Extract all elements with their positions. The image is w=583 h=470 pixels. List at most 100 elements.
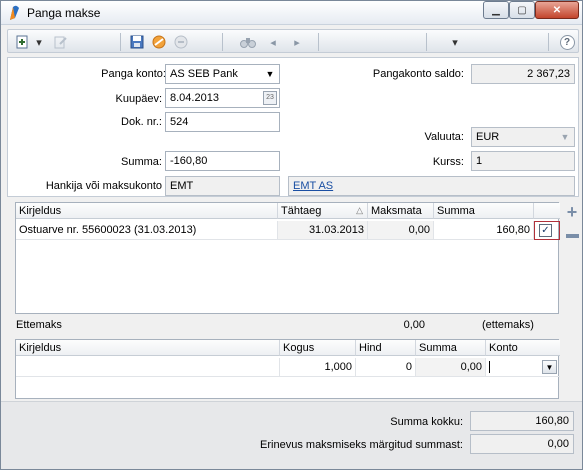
edit-button[interactable] xyxy=(52,33,70,51)
toolbar: ▾ ◂ ▸ ▾ ? xyxy=(7,29,579,53)
lines-header-price[interactable]: Hind xyxy=(356,340,416,356)
close-icon: ✕ xyxy=(552,4,562,16)
totals-footer: Summa kokku: 160,80 Erinevus maksmiseks … xyxy=(1,401,582,469)
line-price-cell[interactable]: 0 xyxy=(356,358,416,377)
supplier-label: Hankija või maksukonto xyxy=(45,180,162,192)
save-icon xyxy=(130,35,144,49)
date-field[interactable]: 8.04.2013 23 xyxy=(165,88,280,108)
column-header-description[interactable]: Kirjeldus xyxy=(16,203,278,219)
bank-account-value: AS SEB Pank xyxy=(170,68,238,80)
column-header-due-date[interactable]: Tähtaeg △ xyxy=(278,203,368,219)
lines-header-account[interactable]: Konto xyxy=(486,340,560,356)
toolbar-separator xyxy=(222,33,223,51)
line-account-select[interactable]: ▼ xyxy=(486,358,560,377)
currency-value: EUR xyxy=(476,131,500,143)
date-label: Kuupäev: xyxy=(115,93,162,105)
binoculars-icon xyxy=(240,38,256,48)
add-row-button[interactable]: + xyxy=(564,201,580,222)
column-header-select xyxy=(534,203,560,219)
app-logo-icon xyxy=(10,5,19,20)
invoice-due-date-cell[interactable]: 31.03.2013 xyxy=(278,221,368,240)
save-button[interactable] xyxy=(128,33,146,51)
chevron-down-icon: ▾ xyxy=(452,36,458,49)
prepayment-value: 0,00 xyxy=(403,319,425,331)
document-number-field[interactable]: 524 xyxy=(165,112,280,132)
bank-payment-window: Panga makse ▁ ▢ ✕ ▾ ◂ ▸ ▾ ? Panga konto:… xyxy=(0,0,583,470)
difference-field: 0,00 xyxy=(470,434,574,454)
edit-icon xyxy=(54,36,67,49)
chevron-down-icon[interactable]: ▼ xyxy=(542,360,557,374)
total-field: 160,80 xyxy=(470,411,574,431)
close-button[interactable]: ✕ xyxy=(535,1,579,19)
help-icon: ? xyxy=(559,34,575,50)
new-document-button[interactable] xyxy=(14,33,32,51)
rate-value: 1 xyxy=(476,155,483,167)
title-bar: Panga makse ▁ ▢ ✕ xyxy=(1,1,582,25)
line-description-cell[interactable] xyxy=(16,358,280,377)
column-header-due-date-label: Tähtaeg xyxy=(281,205,322,217)
sum-field[interactable]: -160,80 xyxy=(165,151,280,171)
invoice-sum-cell[interactable]: 160,80 xyxy=(434,221,534,240)
text-cursor xyxy=(489,361,490,374)
next-record-button[interactable]: ▸ xyxy=(290,33,304,51)
document-number-value: 524 xyxy=(170,116,189,128)
currency-label: Valuuta: xyxy=(424,131,464,143)
maximize-button[interactable]: ▢ xyxy=(509,1,535,19)
sum-value: -160,80 xyxy=(170,155,208,167)
search-button[interactable] xyxy=(238,33,258,51)
chevron-down-icon: ▼ xyxy=(265,69,275,79)
remove-row-button[interactable] xyxy=(564,228,580,244)
difference-value: 0,00 xyxy=(547,438,569,450)
minus-circle-icon xyxy=(174,35,188,49)
sort-ascending-icon: △ xyxy=(356,205,363,215)
plus-icon: + xyxy=(566,201,578,222)
toolbar-separator xyxy=(426,33,427,51)
lines-header-description[interactable]: Kirjeldus xyxy=(16,340,280,356)
toolbar-separator xyxy=(318,33,319,51)
arrow-right-icon: ▸ xyxy=(294,36,300,49)
minimize-button[interactable]: ▁ xyxy=(483,1,509,19)
lines-grid: Kirjeldus Kogus Hind Summa Konto 1,000 0… xyxy=(15,339,560,399)
prepayment-note: (ettemaks) xyxy=(482,319,534,331)
column-header-unpaid[interactable]: Maksmata xyxy=(368,203,434,219)
column-header-sum[interactable]: Summa xyxy=(434,203,534,219)
invoice-unpaid-cell[interactable]: 0,00 xyxy=(368,221,434,240)
invoice-select-checkbox[interactable]: ✓ xyxy=(539,224,552,237)
supplier-code-field[interactable]: EMT xyxy=(165,176,280,196)
line-quantity-cell[interactable]: 1,000 xyxy=(280,358,356,377)
prepayment-label: Ettemaks xyxy=(16,319,62,331)
bank-account-select[interactable]: AS SEB Pank ▼ xyxy=(165,64,280,84)
sum-label: Summa: xyxy=(121,156,162,168)
rate-field: 1 xyxy=(471,151,575,171)
arrow-left-icon: ◂ xyxy=(270,36,276,49)
new-doc-icon xyxy=(16,35,28,49)
options-dropdown[interactable]: ▾ xyxy=(448,33,462,51)
delete-button[interactable] xyxy=(172,33,190,51)
chevron-down-icon: ▾ xyxy=(36,36,42,49)
difference-label: Erinevus maksmiseks märgitud summast: xyxy=(260,439,463,451)
previous-record-button[interactable]: ◂ xyxy=(266,33,280,51)
minimize-icon: ▁ xyxy=(492,4,500,16)
lines-header-quantity[interactable]: Kogus xyxy=(280,340,356,356)
new-document-dropdown[interactable]: ▾ xyxy=(34,33,44,51)
currency-select[interactable]: EUR ▼ xyxy=(471,127,575,147)
maximize-icon: ▢ xyxy=(517,4,527,16)
cancel-button[interactable] xyxy=(150,33,168,51)
bank-balance-label: Pangakonto saldo: xyxy=(372,68,464,80)
bank-account-label: Panga konto: xyxy=(101,68,166,80)
help-button[interactable]: ? xyxy=(558,33,576,51)
invoice-select-cell: ✓ xyxy=(534,221,560,240)
supplier-name-field: EMT AS xyxy=(288,176,575,196)
toolbar-separator xyxy=(548,33,549,51)
calendar-icon[interactable]: 23 xyxy=(263,91,277,105)
line-sum-cell[interactable]: 0,00 xyxy=(416,358,486,377)
lines-header-sum[interactable]: Summa xyxy=(416,340,486,356)
minus-icon xyxy=(565,234,579,238)
document-number-label: Dok. nr.: xyxy=(121,116,162,128)
cancel-icon xyxy=(152,35,166,49)
bank-balance-value: 2 367,23 xyxy=(527,68,570,80)
invoice-description-cell[interactable]: Ostuarve nr. 55600023 (31.03.2013) xyxy=(16,221,278,240)
supplier-link[interactable]: EMT AS xyxy=(293,180,333,192)
bank-balance-field: 2 367,23 xyxy=(471,64,575,84)
supplier-code-value: EMT xyxy=(170,180,194,192)
